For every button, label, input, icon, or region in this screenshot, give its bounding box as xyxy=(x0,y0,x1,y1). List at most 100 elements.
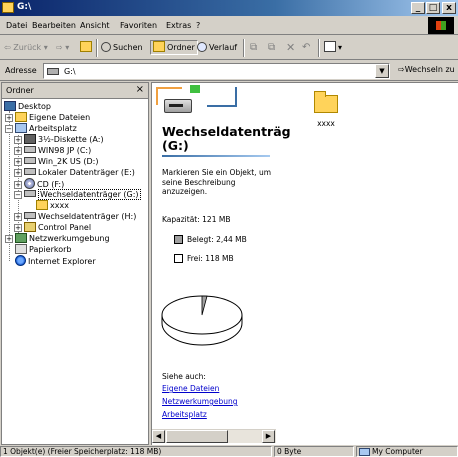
expand-icon[interactable]: + xyxy=(5,114,13,122)
menu-bar: Datei Bearbeiten Ansicht Favoriten Extra… xyxy=(0,17,458,35)
address-dropdown-button[interactable]: ▼ xyxy=(375,64,389,78)
address-label: Adresse xyxy=(5,66,37,75)
drive-icon xyxy=(2,2,14,13)
drive-icon xyxy=(24,157,36,164)
free-swatch xyxy=(174,254,183,263)
menu-datei[interactable]: Datei xyxy=(6,21,27,30)
go-button[interactable]: ⇨Wechseln zu xyxy=(398,65,455,74)
window-title: G:\ xyxy=(17,2,32,12)
search-button[interactable]: Suchen xyxy=(101,40,143,56)
forward-button[interactable]: ⇨ ▾ xyxy=(56,40,69,56)
computer-icon xyxy=(15,123,27,133)
used-legend: Belegt: 2,44 MB xyxy=(174,235,247,244)
drive-icon xyxy=(47,68,59,75)
folder-icon xyxy=(314,91,338,113)
address-value: G:\ xyxy=(64,67,76,76)
move-to-button[interactable]: ⧉ xyxy=(250,40,257,56)
menu-extras[interactable]: Extras xyxy=(166,21,191,30)
decoration xyxy=(190,85,200,93)
back-button[interactable]: ⇦ Zurück ▾ xyxy=(4,40,48,56)
title-bar[interactable]: G:\ _ □ x xyxy=(0,0,458,16)
folders-button[interactable]: Ordner xyxy=(150,40,198,55)
copy-to-button[interactable]: ⧉ xyxy=(268,40,275,56)
windows-logo-icon xyxy=(428,17,454,34)
up-folder-button[interactable] xyxy=(80,40,94,56)
free-legend: Frei: 118 MB xyxy=(174,254,234,263)
computer-icon xyxy=(359,448,370,456)
tree-item-drive-g[interactable]: − Wechseldatenträger (G:) xyxy=(14,189,141,201)
scroll-right-button[interactable]: ▶ xyxy=(262,430,275,443)
expand-icon[interactable]: + xyxy=(14,181,22,189)
title-underline xyxy=(162,155,270,157)
collapse-icon[interactable]: − xyxy=(5,125,13,133)
address-bar: Adresse G:\ ▼ ⇨Wechseln zu xyxy=(0,61,458,81)
history-icon xyxy=(197,42,207,52)
menu-help[interactable]: ? xyxy=(196,21,200,30)
drive-title: Wechseldatenträg (G:) xyxy=(162,124,291,153)
link-netzwerkumgebung[interactable]: Netzwerkumgebung xyxy=(162,397,238,406)
status-objects: 1 Objekt(e) (Freier Speicherplatz: 118 M… xyxy=(0,446,272,457)
capacity-text: Kapazität: 121 MB xyxy=(162,215,231,224)
up-folder-icon xyxy=(80,41,92,52)
network-icon xyxy=(15,233,27,243)
views-button[interactable]: ▾ xyxy=(324,40,342,56)
expand-icon[interactable]: + xyxy=(14,158,22,166)
file-item-xxxx[interactable]: xxxx xyxy=(304,91,348,128)
desktop-icon xyxy=(4,101,16,111)
maximize-button[interactable]: □ xyxy=(426,2,440,14)
scroll-left-button[interactable]: ◀ xyxy=(152,430,165,443)
status-bar: 1 Objekt(e) (Freier Speicherplatz: 118 M… xyxy=(0,446,458,457)
removable-drive-icon xyxy=(24,190,36,197)
folders-pane-title: Ordner xyxy=(6,86,34,95)
folders-pane-header: Ordner × xyxy=(2,83,148,99)
menu-favoriten[interactable]: Favoriten xyxy=(120,21,157,30)
scroll-thumb[interactable] xyxy=(166,430,228,443)
control-panel-icon xyxy=(24,222,36,232)
menu-ansicht[interactable]: Ansicht xyxy=(80,21,110,30)
see-also-label: Siehe auch: xyxy=(162,372,206,381)
expand-icon[interactable]: + xyxy=(5,235,13,243)
tree-item-internet-explorer[interactable]: Internet Explorer xyxy=(15,255,96,267)
floppy-icon xyxy=(24,134,36,144)
drive-icon xyxy=(24,168,36,175)
folder-icon xyxy=(36,200,48,210)
content-pane: Wechseldatenträg (G:) Markieren Sie ein … xyxy=(151,82,458,445)
folders-icon xyxy=(153,41,165,52)
delete-button[interactable]: ✕ xyxy=(286,40,295,56)
undo-button[interactable]: ↶ xyxy=(302,40,310,56)
description-text: Markieren Sie ein Objekt, um seine Besch… xyxy=(162,168,272,196)
removable-drive-icon xyxy=(164,99,192,113)
status-size: 0 Byte xyxy=(274,446,354,457)
cd-icon xyxy=(24,178,35,189)
folders-pane: Ordner × Desktop + Eigene Dateien − Arbeit… xyxy=(1,82,149,445)
expand-icon[interactable]: + xyxy=(14,169,22,177)
removable-drive-icon xyxy=(24,212,36,219)
search-icon xyxy=(101,42,111,52)
expand-icon[interactable]: + xyxy=(14,213,22,221)
minimize-button[interactable]: _ xyxy=(411,2,425,14)
recycle-bin-icon xyxy=(15,244,27,254)
horizontal-scrollbar[interactable]: ◀ ▶ xyxy=(152,429,276,443)
expand-icon[interactable]: + xyxy=(14,224,22,232)
close-pane-button[interactable]: × xyxy=(136,84,144,95)
go-arrow-icon: ⇨ xyxy=(398,65,405,74)
status-zone: My Computer xyxy=(356,446,458,457)
disk-usage-pie xyxy=(161,295,243,346)
link-eigene-dateien[interactable]: Eigene Dateien xyxy=(162,384,219,393)
internet-explorer-icon xyxy=(15,255,26,266)
address-input[interactable]: G:\ ▼ xyxy=(43,63,390,79)
drive-icon xyxy=(24,146,36,153)
views-icon xyxy=(324,41,336,52)
menu-bearbeiten[interactable]: Bearbeiten xyxy=(32,21,76,30)
folder-icon xyxy=(15,112,27,122)
toolbar: ⇦ Zurück ▾ ⇨ ▾ Suchen Ordner Verlauf ⧉ ⧉… xyxy=(0,36,458,60)
file-name: xxxx xyxy=(317,119,335,128)
link-arbeitsplatz[interactable]: Arbeitsplatz xyxy=(162,410,207,419)
decoration xyxy=(207,87,237,107)
expand-icon[interactable]: + xyxy=(14,136,22,144)
history-button[interactable]: Verlauf xyxy=(197,40,237,56)
collapse-icon[interactable]: − xyxy=(14,191,22,199)
expand-icon[interactable]: + xyxy=(14,147,22,155)
used-swatch xyxy=(174,235,183,244)
close-button[interactable]: x xyxy=(442,2,456,14)
